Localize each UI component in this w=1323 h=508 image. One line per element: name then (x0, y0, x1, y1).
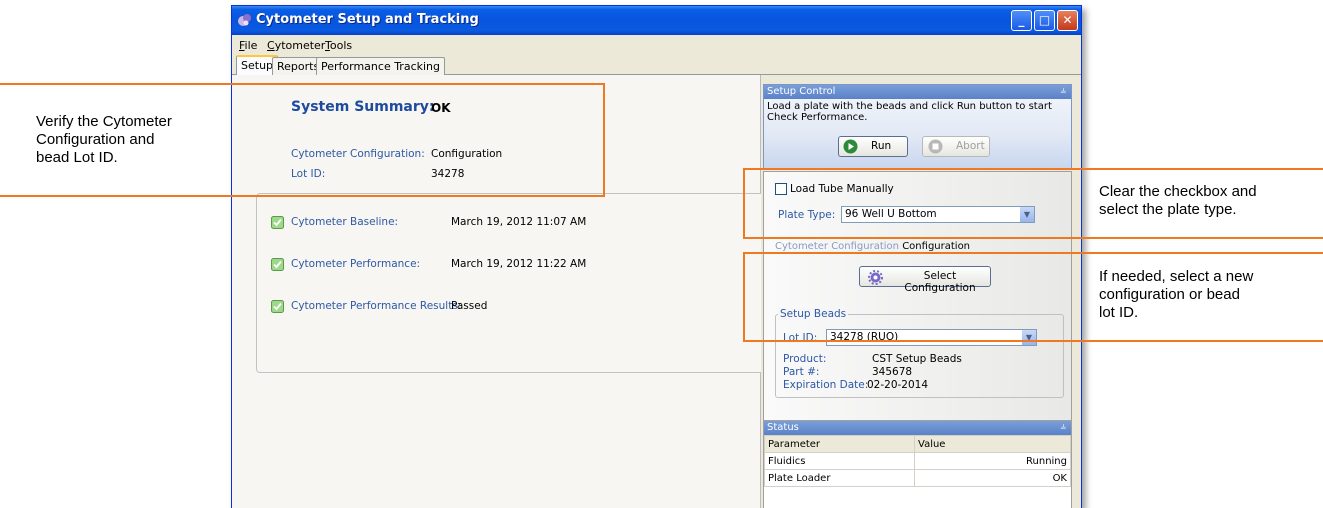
expiration-date-value: 02-20-2014 (867, 379, 929, 391)
status-table: Parameter Value Fluidics Running Plate L… (764, 435, 1071, 487)
play-icon (843, 139, 858, 154)
parameter-cell: Plate Loader (764, 469, 915, 487)
part-number-label: Part #: (783, 366, 820, 378)
callout-verify-config-text: Verify the Cytometer Configuration and b… (36, 113, 172, 166)
abort-button[interactable]: Abort (922, 136, 990, 157)
cytometer-app-icon (238, 14, 251, 26)
menu-file[interactable]: File (239, 39, 257, 52)
setup-control-header: Setup Control (764, 85, 1071, 99)
maximize-button[interactable]: □ (1034, 10, 1055, 31)
part-number-value: 345678 (872, 366, 913, 378)
menu-cytometer[interactable]: Cytometer (267, 39, 325, 52)
value-cell: Running (914, 452, 1071, 470)
close-button[interactable]: ✕ (1057, 10, 1078, 31)
menu-tools[interactable]: Tools (325, 39, 352, 52)
status-header: Status (764, 421, 1071, 435)
result-label: Cytometer Baseline: (291, 216, 399, 228)
setup-control-panel: Setup Control ⫨ Load a plate with the be… (763, 84, 1072, 169)
result-label: Cytometer Performance Results: (291, 300, 462, 312)
current-config-label: Cytometer Configuration Configuration (775, 241, 971, 252)
tab-strip: Setup Reports Performance Tracking (232, 55, 1081, 76)
menu-bar: File Cytometer Tools (232, 36, 1081, 54)
setup-instructions: Load a plate with the beads and click Ru… (767, 101, 1052, 123)
parameter-cell: Fluidics (764, 452, 915, 470)
product-value: CST Setup Beads (872, 353, 962, 365)
callout-configuration-text: If needed, select a new configuration or… (1099, 268, 1254, 321)
result-value: March 19, 2012 11:07 AM (451, 216, 587, 228)
stop-icon (928, 139, 943, 154)
table-row: Plate Loader OK (764, 469, 1071, 487)
result-value: Passed (451, 300, 488, 312)
table-row: Fluidics Running (764, 452, 1071, 470)
value-cell: OK (914, 469, 1071, 487)
run-button[interactable]: Run (838, 136, 908, 157)
tab-performance-tracking[interactable]: Performance Tracking (316, 57, 445, 75)
minimize-button[interactable]: _ (1011, 10, 1032, 31)
column-header[interactable]: Parameter (764, 435, 915, 453)
window-title: Cytometer Setup and Tracking (256, 12, 479, 27)
check-icon (271, 258, 284, 271)
callout-plate-type-text: Clear the checkbox and select the plate … (1099, 183, 1257, 218)
expiration-date-label: Expiration Date: (783, 379, 869, 391)
column-header[interactable]: Value (914, 435, 1071, 453)
result-label: Cytometer Performance: (291, 258, 421, 270)
check-icon (271, 300, 284, 313)
results-panel: Cytometer Baseline: March 19, 2012 11:07… (256, 193, 776, 373)
title-bar[interactable]: Cytometer Setup and Tracking _ □ ✕ (232, 6, 1081, 35)
current-config-value: Configuration (902, 241, 971, 252)
check-icon (271, 216, 284, 229)
pin-icon[interactable]: ⫨ (1060, 421, 1066, 432)
product-label: Product: (783, 353, 827, 365)
pin-icon[interactable]: ⫨ (1060, 85, 1066, 96)
status-panel: Status ⫨ Parameter Value Fluidics Runnin… (763, 420, 1072, 508)
result-value: March 19, 2012 11:22 AM (451, 258, 587, 270)
